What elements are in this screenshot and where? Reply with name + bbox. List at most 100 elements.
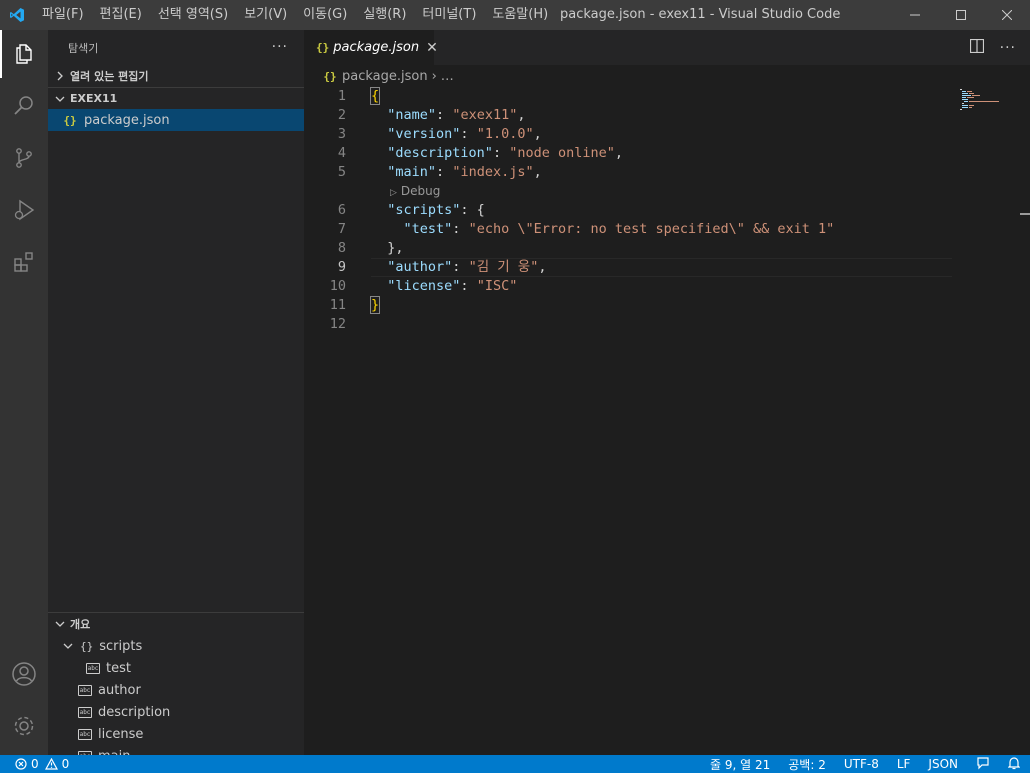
open-editors-section[interactable]: 열려 있는 편집기 [48,65,304,87]
folder-section[interactable]: EXEX11 [48,87,304,109]
end-of-line[interactable]: LF [897,757,911,771]
code-line: 2 "name": "exex11", [304,106,952,125]
explorer-sidebar: 탐색기 ··· 열려 있는 편집기 EXEX11 {} package.json… [48,30,304,755]
more-actions-icon[interactable]: ··· [1000,40,1016,56]
split-editor-icon[interactable] [969,38,984,57]
vscode-logo-icon [0,0,34,30]
line-number: 10 [329,278,346,294]
account-icon [12,662,36,686]
code-editor[interactable]: 1{ 2 "name": "exex11", 3 "version": "1.0… [304,87,952,334]
outline-label: 개요 [70,618,91,631]
code-line: 4 "description": "node online", [304,144,952,163]
outline-item-description[interactable]: abc description [48,701,304,723]
explorer-header: 탐색기 ··· [48,30,304,65]
minimap[interactable] [956,87,1030,755]
menu-run[interactable]: 실행(R) [355,0,414,30]
more-actions-icon[interactable]: ··· [272,39,288,55]
debug-codelens[interactable]: ▷ Debug [304,182,952,201]
accounts-activity-button[interactable] [0,650,48,698]
json-key: "name" [387,107,437,123]
feedback-icon[interactable] [976,756,990,773]
close-icon[interactable]: ✕ [426,40,438,56]
code-line: 10 "license": "ISC" [304,277,952,296]
manage-activity-button[interactable] [0,702,48,750]
json-key: "author" [387,259,453,275]
menu-edit[interactable]: 편집(E) [92,0,150,30]
object-icon: {} [80,639,94,653]
warning-count: 0 [61,757,70,771]
language-mode[interactable]: JSON [928,757,958,771]
menu-file[interactable]: 파일(F) [34,0,92,30]
encoding[interactable]: UTF-8 [844,757,879,771]
problems-indicator[interactable]: 0 0 [0,757,69,771]
line-number: 11 [329,297,346,313]
json-key: "description" [387,145,493,161]
source-control-activity-button[interactable] [0,134,48,182]
line-number: 4 [337,145,346,161]
window-title: package.json - exex11 - Visual Studio Co… [560,7,841,22]
line-number: 2 [337,107,346,123]
notifications-bell-icon[interactable] [1007,756,1021,773]
json-value: "exex11" [452,107,518,123]
json-key: "license" [387,278,461,294]
json-value: "김 기 웅" [468,259,539,275]
minimize-icon [910,14,920,16]
menu-terminal[interactable]: 터미널(T) [414,0,484,30]
outline-item-scripts[interactable]: {} scripts [48,635,304,657]
line-number: 9 [337,259,346,275]
search-icon [14,96,33,115]
active-indicator [0,30,2,78]
menu-view[interactable]: 보기(V) [236,0,295,30]
search-activity-button[interactable] [0,82,48,130]
string-icon: abc [78,728,92,740]
line-number: 3 [337,126,346,142]
scrollbar-cursor-marker [1020,213,1030,215]
extensions-activity-button[interactable] [0,238,48,286]
explorer-activity-button[interactable] [0,30,48,78]
outline-item-author[interactable]: abc author [48,679,304,701]
outline-panel: 개요 {} scripts abc test abc author abc de… [48,612,304,755]
close-button[interactable] [984,0,1030,30]
file-package-json[interactable]: {} package.json [48,109,304,131]
activity-bar [0,30,48,755]
code-line: 11} [304,296,952,315]
outline-license-label: license [98,726,144,742]
status-bar: 0 0 줄 9, 열 21 공백: 2 UTF-8 LF JSON [0,755,1030,773]
file-label: package.json [84,112,170,128]
code-line: 5 "main": "index.js", [304,163,952,182]
status-bar-right: 줄 9, 열 21 공백: 2 UTF-8 LF JSON [710,755,1021,773]
error-icon [15,758,27,770]
menu-selection[interactable]: 선택 영역(S) [150,0,236,30]
menu-bar: 파일(F) 편집(E) 선택 영역(S) 보기(V) 이동(G) 실행(R) 터… [34,0,556,30]
source-control-icon [16,148,32,168]
outline-item-main[interactable]: abc main [48,745,304,755]
outline-section[interactable]: 개요 [48,613,304,635]
minimize-button[interactable] [892,0,938,30]
outline-item-license[interactable]: abc license [48,723,304,745]
tab-package-json[interactable]: {} package.json ✕ [304,30,438,65]
json-key: "scripts" [387,202,461,218]
play-icon: ▷ [390,188,397,198]
run-debug-activity-button[interactable] [0,186,48,234]
chevron-right-icon [52,68,68,84]
menu-help[interactable]: 도움말(H) [484,0,556,30]
chevron-right-icon: › [431,68,437,84]
outline-author-label: author [98,682,141,698]
breadcrumb-more[interactable]: … [441,69,454,84]
extensions-icon [14,252,33,272]
cursor-position[interactable]: 줄 9, 열 21 [710,756,770,773]
outline-item-test[interactable]: abc test [48,657,304,679]
code-line: 7 "test": "echo \"Error: no test specifi… [304,220,952,239]
json-value: "index.js" [452,164,534,180]
maximize-button[interactable] [938,0,984,30]
outline-scripts-label: scripts [99,638,143,654]
string-icon: abc [78,684,92,696]
code-line: 3 "version": "1.0.0", [304,125,952,144]
maximize-icon [956,10,966,20]
menu-go[interactable]: 이동(G) [295,0,355,30]
code-line: 6 "scripts": { [304,201,952,220]
json-value: "node online" [509,145,615,161]
breadcrumb-file[interactable]: package.json [342,69,428,84]
string-icon: abc [78,706,92,718]
indentation[interactable]: 공백: 2 [788,756,826,773]
